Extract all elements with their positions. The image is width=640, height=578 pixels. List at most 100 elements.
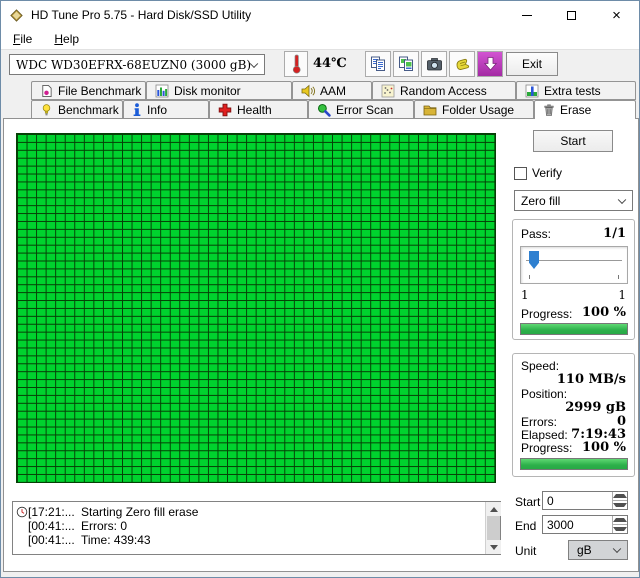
extra-tests-icon [525, 84, 539, 98]
tab-label: Health [237, 103, 272, 117]
range-end-input[interactable]: 3000 [542, 515, 628, 534]
log-time: [00:41:... [28, 519, 75, 533]
menu-help[interactable]: Help [50, 31, 83, 47]
app-logo-icon [10, 9, 23, 22]
tab-label: Disk monitor [174, 84, 241, 98]
chevron-down-icon [613, 545, 621, 553]
temperature-button[interactable] [284, 51, 308, 77]
erase-method-value: Zero fill [521, 194, 560, 208]
save-button[interactable] [449, 51, 475, 77]
unit-label: Unit [515, 544, 536, 558]
title-bar: HD Tune Pro 5.75 - Hard Disk/SSD Utility… [1, 1, 639, 29]
range-end-label: End [515, 519, 536, 533]
spin-down-button[interactable] [613, 524, 627, 533]
verify-checkbox[interactable] [514, 167, 527, 180]
pass-progress-bar [520, 323, 628, 335]
down-arrow-icon [483, 56, 498, 72]
maximize-icon [567, 11, 576, 20]
tab-info[interactable]: Info [123, 100, 209, 118]
hand-icon [454, 56, 471, 72]
log-time: [17:21:... [28, 505, 75, 519]
pass-progress-value: 100 % [582, 305, 626, 320]
range-end-spinner[interactable] [612, 516, 627, 533]
erase-method-select[interactable]: Zero fill [514, 190, 633, 211]
magnifier-icon [317, 103, 331, 117]
tab-disk-monitor[interactable]: Disk monitor [146, 81, 292, 100]
log-message: Errors: 0 [81, 519, 127, 533]
log-time: [00:41:... [28, 533, 75, 547]
temperature-value: 44℃ [313, 56, 347, 71]
pass-slider[interactable] [520, 246, 628, 284]
speed-label: Speed: [521, 359, 559, 373]
pass-scale-max: 1 [618, 288, 626, 302]
tab-benchmark[interactable]: Benchmark [31, 100, 123, 118]
exit-button[interactable]: Exit [506, 52, 558, 76]
copy-text-button[interactable] [365, 51, 391, 77]
bulb-icon [40, 103, 53, 117]
scroll-down-button[interactable] [486, 540, 501, 554]
elapsed-label: Elapsed: [521, 428, 568, 442]
tab-label: Folder Usage [442, 103, 514, 117]
spin-up-button[interactable] [613, 492, 627, 500]
unit-select[interactable]: gB [568, 540, 628, 560]
copy-text-icon [370, 56, 387, 72]
tab-folder-usage[interactable]: Folder Usage [414, 100, 534, 118]
scroll-up-button[interactable] [486, 502, 501, 516]
tab-label: Random Access [400, 84, 487, 98]
position-value: 2999 gB [565, 400, 626, 415]
minimize-button[interactable] [504, 1, 549, 29]
stats-progress-bar [520, 458, 628, 470]
speed-value: 110 MB/s [557, 372, 626, 387]
tab-file-benchmark[interactable]: File Benchmark [31, 81, 146, 100]
tab-aam[interactable]: AAM [292, 81, 372, 100]
camera-icon [426, 57, 443, 72]
red-cross-icon [218, 103, 232, 117]
errors-label: Errors: [521, 415, 557, 429]
tab-error-scan[interactable]: Error Scan [308, 100, 414, 118]
tab-extra-tests[interactable]: Extra tests [516, 81, 636, 100]
erase-panel: Start Verify Zero fill Pass: 1/1 1 1 Pro… [3, 118, 639, 572]
scrollbar-thumb[interactable] [487, 516, 500, 540]
start-button-label: Start [560, 134, 585, 148]
scroll-up-icon [490, 507, 498, 512]
position-label: Position: [521, 387, 567, 401]
chevron-down-icon [618, 195, 626, 203]
screenshot-button[interactable] [421, 51, 447, 77]
speaker-icon [301, 84, 315, 98]
range-start-spinner[interactable] [612, 492, 627, 509]
device-select[interactable]: WDC WD30EFRX-68EUZN0 (3000 gB) [9, 54, 265, 75]
slider-thumb[interactable] [529, 251, 539, 269]
menu-file[interactable]: File [9, 31, 36, 47]
device-select-value: WDC WD30EFRX-68EUZN0 (3000 gB) [16, 58, 251, 72]
stats-groupbox: Speed: 110 MB/s Position: 2999 gB Errors… [512, 353, 635, 477]
minimize-icon [522, 15, 532, 16]
spin-up-icon [613, 518, 627, 522]
log-line: [17:21:... Starting Zero fill erase [13, 505, 500, 519]
range-start-input[interactable]: 0 [542, 491, 628, 510]
spin-up-button[interactable] [613, 516, 627, 524]
close-button[interactable]: × [594, 1, 639, 29]
tab-health[interactable]: Health [209, 100, 308, 118]
copy-image-button[interactable] [393, 51, 419, 77]
tab-label: AAM [320, 84, 346, 98]
maximize-button[interactable] [549, 1, 594, 29]
tab-label: Benchmark [58, 103, 119, 117]
stats-progress-fill [521, 459, 627, 469]
info-icon [132, 103, 142, 117]
range-end-value: 3000 [547, 518, 574, 532]
tab-erase[interactable]: Erase [534, 100, 636, 119]
unit-value: gB [577, 543, 592, 557]
download-button[interactable] [477, 51, 503, 77]
tab-row-primary: Benchmark Info Health Error Scan [31, 100, 636, 118]
log-scrollbar[interactable] [485, 502, 500, 554]
app-window: HD Tune Pro 5.75 - Hard Disk/SSD Utility… [0, 0, 640, 578]
verify-option: Verify [514, 166, 562, 180]
tab-label: Erase [560, 103, 591, 117]
tab-random-access[interactable]: Random Access [372, 81, 516, 100]
spin-down-button[interactable] [613, 500, 627, 509]
range-start-label: Start [515, 495, 540, 509]
exit-button-label: Exit [522, 57, 542, 71]
start-button[interactable]: Start [533, 130, 613, 152]
close-icon: × [612, 8, 621, 23]
stats-progress-label: Progress: [521, 441, 572, 455]
